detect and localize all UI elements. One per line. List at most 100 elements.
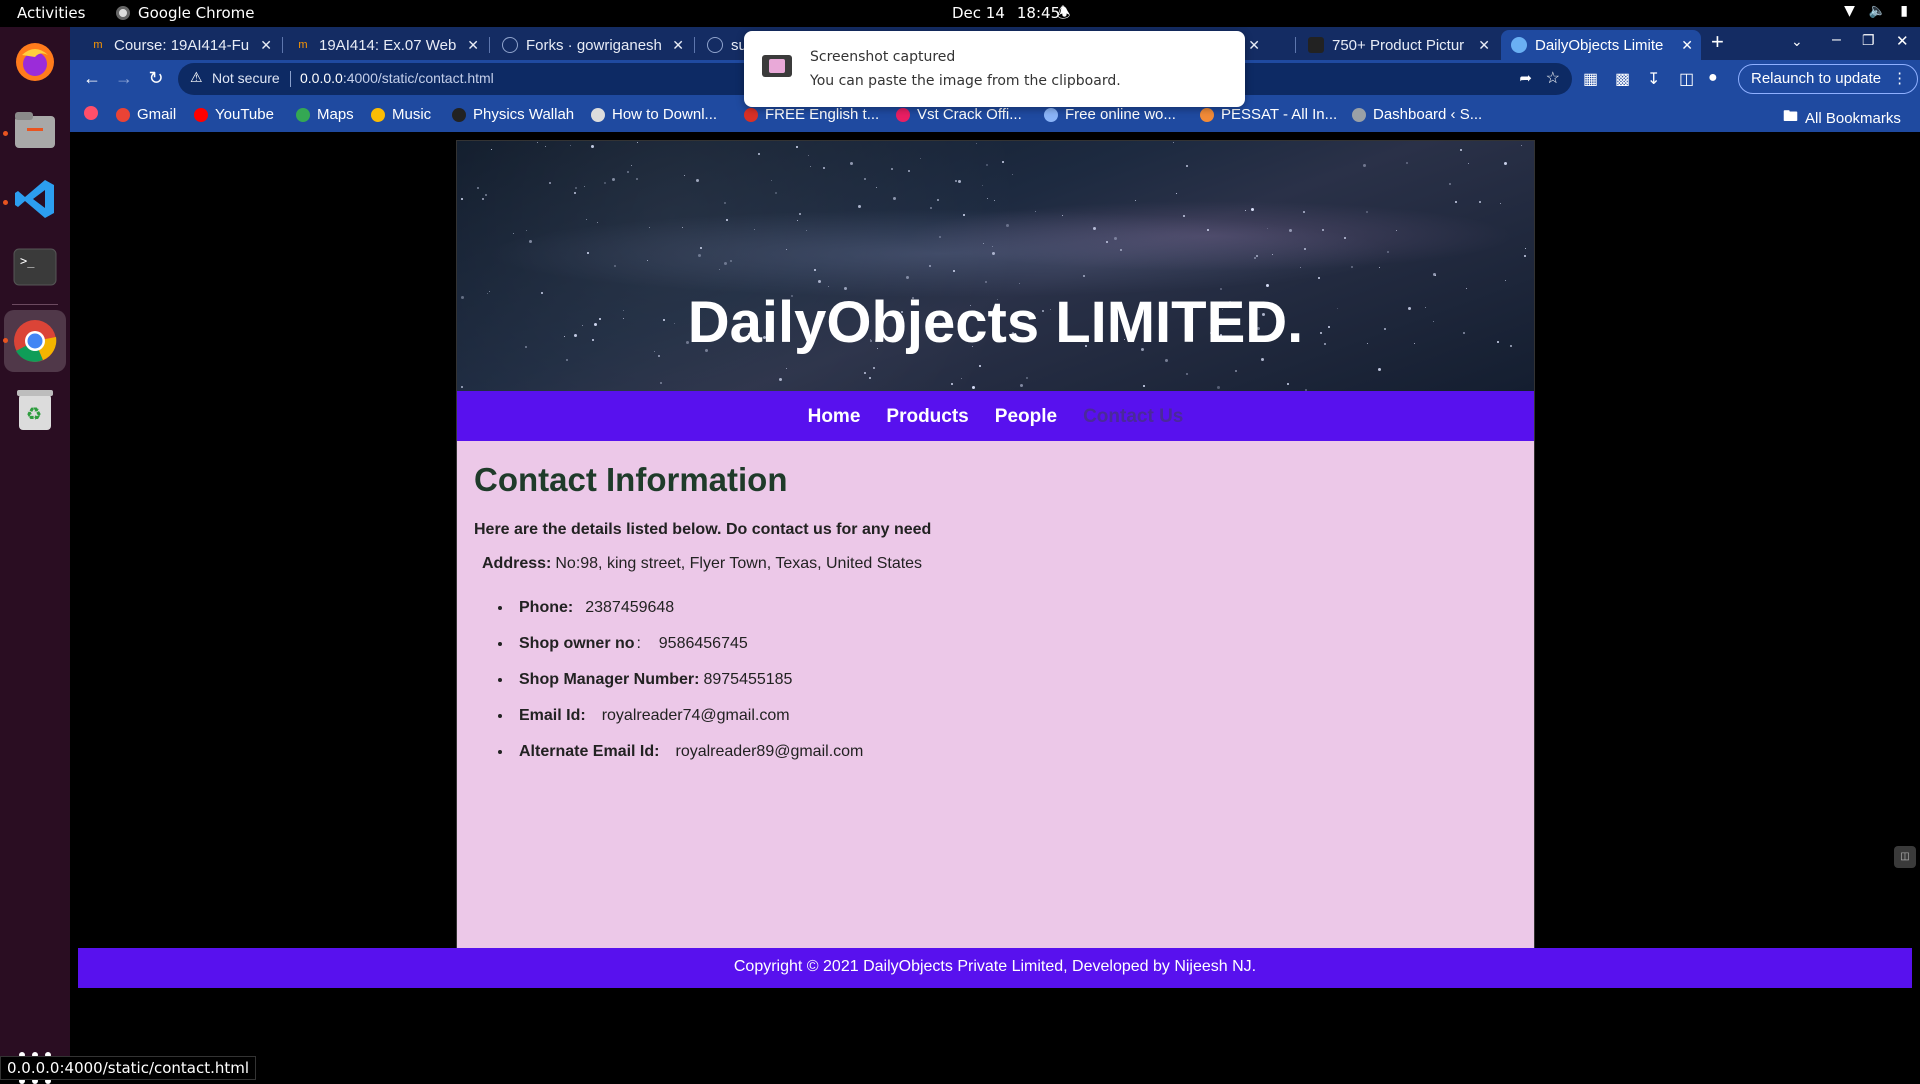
close-window-icon[interactable]: ✕ [1896, 32, 1909, 50]
star-dot [1011, 174, 1013, 176]
app-menu[interactable]: Google Chrome [116, 4, 255, 22]
star-dot [827, 285, 829, 287]
star-dot [785, 367, 787, 369]
hero-banner: DailyObjects LIMITED. [457, 141, 1534, 391]
page-heading: Contact Information [474, 461, 788, 498]
star-dot [574, 192, 577, 195]
star-dot [1504, 161, 1508, 165]
tab-active[interactable]: DailyObjects Limite ✕ [1501, 30, 1701, 60]
english-site-icon [744, 107, 758, 122]
nav-home[interactable]: Home [808, 406, 861, 427]
tab[interactable]: m Course: 19AI414-Fu ✕ [80, 30, 280, 60]
tab[interactable]: m 19AI414: Ex.07 Web ✕ [285, 30, 487, 60]
dock-firefox[interactable] [11, 38, 59, 86]
tab[interactable]: Forks · gowriganesh ✕ [492, 30, 692, 60]
all-bookmarks[interactable]: 🖿 All Bookmarks [1783, 106, 1901, 131]
bookmark-star-icon[interactable]: ☆ [1546, 68, 1560, 88]
list-item: Alternate Email Id: royalreader89@gmail.c… [513, 743, 863, 779]
dock-terminal[interactable]: >_ [11, 243, 59, 291]
star-dot [566, 359, 569, 362]
bookmark-item[interactable]: Vst Crack Offi... [896, 106, 1022, 123]
star-dot [476, 186, 479, 189]
nav-people[interactable]: People [995, 406, 1057, 427]
star-dot [1255, 255, 1258, 258]
list-item: Shop owner no: 9586456745 [513, 635, 863, 671]
share-icon[interactable]: ➦ [1519, 69, 1532, 87]
nav-contact-us[interactable]: Contact Us [1083, 406, 1183, 427]
dock-files[interactable] [11, 106, 59, 154]
star-dot [1260, 358, 1264, 362]
star-dot [1379, 267, 1381, 269]
star-dot [963, 214, 966, 217]
download-icon[interactable]: ↧ [1647, 69, 1660, 89]
bookmark-item[interactable]: Dashboard ‹ S... [1352, 106, 1482, 123]
forward-icon[interactable]: → [113, 68, 135, 89]
star-dot [1366, 210, 1369, 213]
side-panel-icon[interactable]: ◫ [1679, 69, 1694, 89]
back-icon[interactable]: ← [81, 68, 103, 89]
star-dot [1303, 248, 1306, 251]
star-dot [958, 179, 962, 183]
profile-avatar[interactable]: ● [1708, 69, 1718, 87]
tab-close-icon[interactable]: ✕ [1478, 37, 1490, 54]
restore-icon[interactable]: ❐ [1862, 32, 1875, 49]
contact-content: Contact Information Here are the details… [457, 441, 1534, 948]
bookmark-item[interactable]: FREE English t... [744, 106, 879, 123]
bookmark-apps-icon[interactable] [84, 106, 98, 120]
tab-search-chevron-icon[interactable]: ⌄ [1791, 33, 1803, 50]
dock-vscode[interactable] [11, 175, 59, 223]
star-dot [461, 385, 464, 388]
bookmark-item[interactable]: Gmail [116, 106, 176, 123]
relaunch-button[interactable]: Relaunch to update ⋮ [1738, 64, 1919, 94]
tab-separator [694, 37, 695, 53]
star-dot [1106, 241, 1109, 244]
bookmark-item[interactable]: How to Downl... [591, 106, 717, 123]
side-panel-toggle-icon[interactable]: ◫ [1894, 846, 1916, 868]
star-dot [775, 192, 778, 195]
star-dot [1061, 214, 1063, 216]
dock-trash[interactable]: ♻ [11, 386, 59, 434]
bookmark-item[interactable]: Free online wo... [1044, 106, 1176, 123]
star-dot [796, 146, 799, 149]
star-dot [485, 194, 488, 197]
bookmark-item[interactable]: Physics Wallah [452, 106, 574, 123]
star-dot [986, 164, 989, 167]
star-dot [1343, 236, 1346, 239]
activities-button[interactable]: Activities [17, 4, 85, 22]
bookmark-item[interactable]: Music [371, 106, 431, 123]
extensions-puzzle-icon[interactable]: ▩ [1615, 69, 1630, 89]
clock[interactable]: Dec 14 18:45 [952, 4, 1060, 22]
extension-a-icon[interactable]: ▦ [1583, 69, 1598, 89]
bookmark-item[interactable]: Maps [296, 106, 354, 123]
screenshot-notification[interactable]: Screenshot captured You can paste the im… [744, 31, 1245, 107]
tab[interactable]: 750+ Product Pictur ✕ [1298, 30, 1498, 60]
bookmark-item[interactable]: PESSAT - All In... [1200, 106, 1337, 123]
warning-triangle-icon[interactable]: ⚠ [190, 69, 203, 86]
star-dot [574, 186, 577, 189]
url-text[interactable]: 0.0.0.0:4000/static/contact.html [300, 70, 494, 86]
dock-chrome[interactable] [4, 310, 66, 372]
star-dot [985, 281, 988, 284]
star-dot [611, 177, 615, 181]
tab-close-icon[interactable]: ✕ [1248, 37, 1260, 54]
star-dot [849, 162, 853, 166]
maps-icon [296, 107, 310, 122]
tab-close-icon[interactable]: ✕ [467, 37, 479, 54]
new-tab-button[interactable]: + [1711, 29, 1724, 55]
notification-title: Screenshot captured [810, 49, 956, 65]
reload-icon[interactable]: ↻ [145, 68, 167, 89]
tab-close-icon[interactable]: ✕ [260, 37, 272, 54]
system-top-bar: Activities Google Chrome Dec 14 18:45 🕭 … [0, 0, 1920, 27]
tab-close-icon[interactable]: ✕ [1681, 37, 1693, 54]
star-dot [1454, 200, 1457, 203]
menu-kebab-icon[interactable]: ⋮ [1892, 65, 1907, 93]
star-dot [1185, 164, 1188, 167]
system-tray[interactable]: ▼ 🔈 ▮ [1844, 3, 1908, 19]
minimize-icon[interactable]: – [1832, 31, 1841, 49]
tab-close-icon[interactable]: ✕ [672, 37, 684, 54]
cloud-icon [1044, 107, 1058, 122]
nav-products[interactable]: Products [886, 406, 968, 427]
bookmark-item[interactable]: YouTube [194, 106, 274, 123]
tab-separator [489, 37, 490, 53]
security-label[interactable]: Not secure [212, 70, 280, 86]
